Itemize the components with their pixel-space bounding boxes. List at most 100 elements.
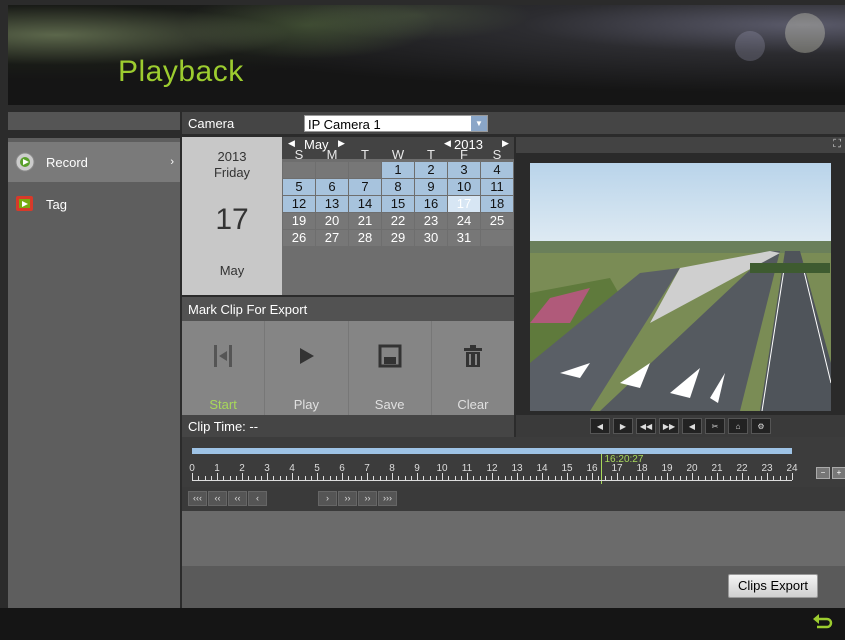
timeline-tick <box>535 476 537 480</box>
calendar-day[interactable]: 13 <box>316 196 348 212</box>
calendar-day[interactable]: 31 <box>448 230 480 246</box>
timeline-tick <box>329 476 331 480</box>
calendar-day[interactable]: 16 <box>415 196 447 212</box>
timeline-tick <box>548 476 550 480</box>
reverse-play-icon[interactable]: ◀ <box>590 418 610 434</box>
chevron-down-icon[interactable]: ▼ <box>471 116 487 131</box>
mark-clip-title: Mark Clip For Export <box>182 297 514 321</box>
step-back-button[interactable]: ‹‹ <box>228 491 247 506</box>
calendar-day[interactable]: 23 <box>415 213 447 229</box>
sidebar-item-record[interactable]: Record › <box>8 142 180 182</box>
timeline-tick <box>410 476 412 480</box>
settings-icon[interactable]: ⚙ <box>751 418 771 434</box>
step-back-button[interactable]: ‹ <box>248 491 267 506</box>
play-label: Play <box>293 397 320 412</box>
timeline-tick <box>423 476 425 480</box>
calendar-day[interactable]: 24 <box>448 213 480 229</box>
clear-label: Clear <box>457 397 489 412</box>
calendar-day[interactable]: 3 <box>448 162 480 178</box>
calendar-day[interactable]: 20 <box>316 213 348 229</box>
timeline-tick <box>323 476 325 480</box>
calendar-day[interactable]: 17 <box>448 196 480 212</box>
calendar-day[interactable]: 28 <box>349 230 381 246</box>
fullscreen-icon[interactable]: ⛶ <box>833 138 841 151</box>
calendar-day[interactable]: 6 <box>316 179 348 195</box>
rewind-icon[interactable]: ◀◀ <box>636 418 656 434</box>
timeline-tick <box>335 476 337 480</box>
tag-add-icon[interactable]: ⌂ <box>728 418 748 434</box>
calendar-day[interactable]: 18 <box>481 196 513 212</box>
calendar-day[interactable]: 27 <box>316 230 348 246</box>
timeline-tick <box>379 476 381 480</box>
timeline-tick <box>273 476 275 480</box>
step-forward-button[interactable]: ›› <box>338 491 357 506</box>
play-icon <box>265 341 347 371</box>
timeline-tick <box>492 473 493 480</box>
step-back-button[interactable]: ‹‹ <box>208 491 227 506</box>
step-forward-button[interactable]: › <box>318 491 337 506</box>
timeline-tick <box>192 473 193 480</box>
calendar-day[interactable]: 14 <box>349 196 381 212</box>
calendar-day[interactable]: 15 <box>382 196 414 212</box>
calendar-day[interactable]: 30 <box>415 230 447 246</box>
step-forward-button[interactable]: ››› <box>378 491 397 506</box>
calendar-day[interactable]: 1 <box>382 162 414 178</box>
clips-export-button[interactable]: Clips Export <box>728 574 818 598</box>
timeline-tick <box>679 476 681 480</box>
mark-clip-buttons: Start Play Save Clear <box>182 321 514 415</box>
clear-button[interactable]: Clear <box>432 321 514 415</box>
tag-list-area <box>182 511 845 566</box>
timeline-tick <box>279 476 281 480</box>
calendar-day[interactable]: 8 <box>382 179 414 195</box>
timeline-tick <box>767 473 768 480</box>
calendar-day[interactable]: 22 <box>382 213 414 229</box>
timeline-tick <box>254 476 256 480</box>
calendar-day[interactable]: 4 <box>481 162 513 178</box>
date-display: 2013 Friday 17 May <box>182 137 282 295</box>
calendar-header: ◀ May ▶ ◀ 2013 ▶ SMTWTFS <box>282 137 514 162</box>
clip-icon[interactable]: ✂ <box>705 418 725 434</box>
timeline-tick <box>754 476 756 480</box>
zoom-out-icon[interactable]: − <box>816 467 830 479</box>
calendar-day[interactable]: 11 <box>481 179 513 195</box>
timeline-tick <box>560 476 562 480</box>
calendar-day[interactable]: 10 <box>448 179 480 195</box>
video-preview[interactable] <box>516 153 845 415</box>
timeline-tick <box>579 476 581 480</box>
timeline-tick <box>654 476 656 480</box>
step-back-button[interactable]: ‹‹‹ <box>188 491 207 506</box>
volume-icon[interactable]: ◀︎ <box>682 418 702 434</box>
calendar-day[interactable]: 29 <box>382 230 414 246</box>
timeline-tick <box>617 473 618 480</box>
timeline-tick <box>760 476 762 480</box>
timeline-tick <box>685 476 687 480</box>
camera-select[interactable]: IP Camera 1 ▼ <box>304 115 488 132</box>
timeline-tick <box>217 473 218 480</box>
sidebar-item-tag[interactable]: Tag <box>8 184 180 224</box>
start-button[interactable]: Start <box>182 321 266 415</box>
play-button[interactable]: Play <box>265 321 349 415</box>
zoom-in-icon[interactable]: + <box>832 467 845 479</box>
calendar-day[interactable]: 26 <box>283 230 315 246</box>
fast-forward-icon[interactable]: ▶▶ <box>659 418 679 434</box>
step-forward-button[interactable]: ›› <box>358 491 377 506</box>
calendar-day[interactable]: 5 <box>283 179 315 195</box>
calendar-day[interactable]: 2 <box>415 162 447 178</box>
calendar-grid: 1 2 3 4 5 6 7 8 9 10 11 12 13 14 15 16 17 18 19 20 21 22 23 24 2… <box>282 162 513 246</box>
timeline-tick <box>442 473 443 480</box>
sidebar-header <box>8 112 180 130</box>
calendar-day[interactable]: 7 <box>349 179 381 195</box>
back-icon[interactable] <box>811 613 833 634</box>
calendar-day[interactable]: 9 <box>415 179 447 195</box>
calendar-day[interactable]: 21 <box>349 213 381 229</box>
timeline-tick <box>298 476 300 480</box>
timeline[interactable]: 16:20:27 0 1 2 3 4 5 6 7 8 9 10 11 12 13 14 15 16 17 18 19 2… <box>182 437 845 487</box>
timeline-tick <box>398 476 400 480</box>
timeline-tick <box>723 476 725 480</box>
calendar-day[interactable]: 12 <box>283 196 315 212</box>
timeline-tick <box>285 476 287 480</box>
play-icon[interactable]: ▶ <box>613 418 633 434</box>
calendar-day[interactable]: 19 <box>283 213 315 229</box>
calendar-day[interactable]: 25 <box>481 213 513 229</box>
save-button[interactable]: Save <box>349 321 432 415</box>
